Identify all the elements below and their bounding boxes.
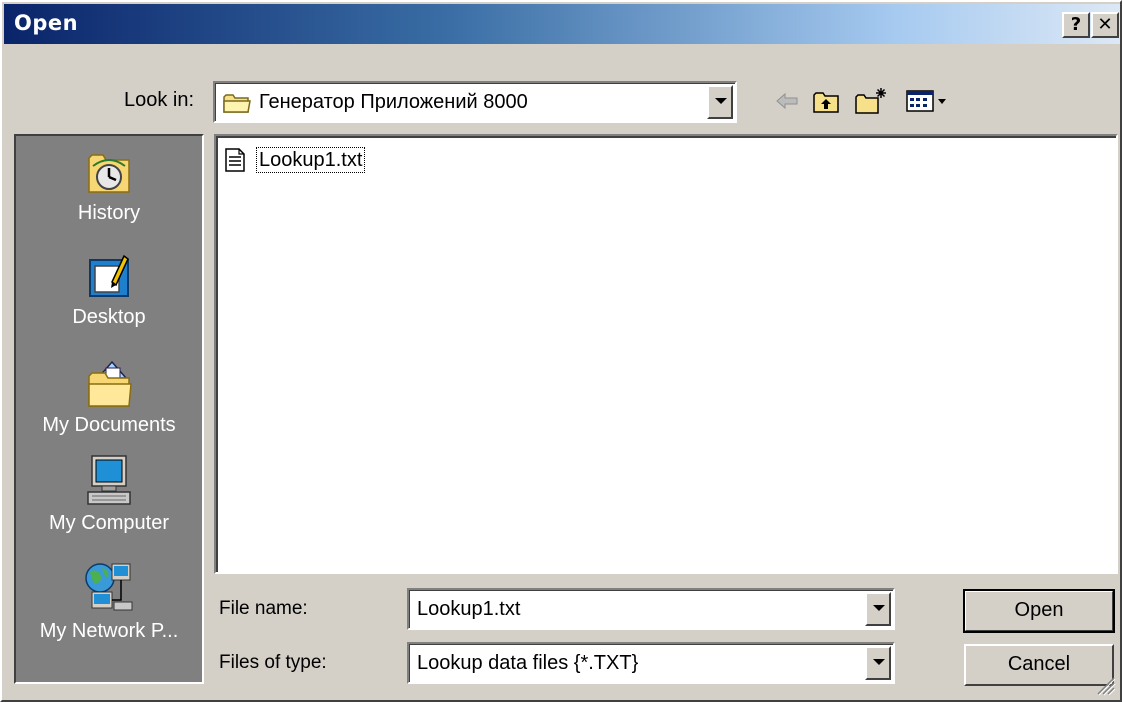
places-bar: History Desktop My Documents My Computer… [14,134,204,684]
places-desktop-label: Desktop [72,306,146,328]
look-in-value: Генератор Приложений 8000 [259,91,528,113]
places-my-computer-label: My Computer [48,512,170,534]
open-dialog: Open ? ✕ Look in: Генератор Приложений 8… [0,0,1122,702]
places-my-documents[interactable]: My Documents [16,358,202,437]
file-name-text: Lookup1.txt [256,147,366,173]
places-history-label: History [77,202,141,224]
places-my-network-label: My Network P... [39,620,179,642]
my-network-places-icon [85,563,133,611]
open-button[interactable]: Open [963,589,1115,633]
close-button[interactable]: ✕ [1091,12,1119,38]
file-name-dropdown-button[interactable] [865,592,891,626]
places-history[interactable]: History [16,146,202,225]
title-bar[interactable]: Open ? ✕ [4,4,1120,44]
file-name-value: Lookup1.txt [417,598,521,620]
file-type-select[interactable]: Lookup data files {*.TXT} [407,642,895,684]
file-list[interactable]: Lookup1.txt [214,134,1118,574]
places-my-documents-label: My Documents [42,414,176,436]
look-in-dropdown[interactable]: Генератор Приложений 8000 [213,81,737,123]
folder-icon [223,94,251,113]
places-my-network[interactable]: My Network P... [16,562,202,643]
desktop-icon [89,254,129,297]
view-menu-icon[interactable] [905,86,953,116]
window-title: Open [14,11,79,35]
history-icon [88,154,130,193]
file-type-dropdown-button[interactable] [865,646,891,680]
look-in-dropdown-button[interactable] [707,85,733,119]
my-computer-icon [87,455,131,505]
places-desktop[interactable]: Desktop [16,252,202,329]
places-my-computer[interactable]: My Computer [16,454,202,535]
resize-grip-icon[interactable] [1094,674,1116,696]
create-new-folder-icon[interactable] [854,86,888,116]
file-type-value: Lookup data files {*.TXT} [417,652,639,674]
help-button[interactable]: ? [1062,12,1090,38]
cancel-button[interactable]: Cancel [964,644,1114,686]
file-name-input[interactable]: Lookup1.txt [407,588,895,630]
up-one-level-icon[interactable] [812,86,840,116]
file-name-label: File name: [219,598,308,619]
text-file-icon [225,148,245,172]
my-documents-icon [88,360,132,407]
look-in-label: Look in: [124,89,195,111]
back-arrow-icon[interactable] [774,86,800,116]
file-type-label: Files of type: [219,652,327,673]
